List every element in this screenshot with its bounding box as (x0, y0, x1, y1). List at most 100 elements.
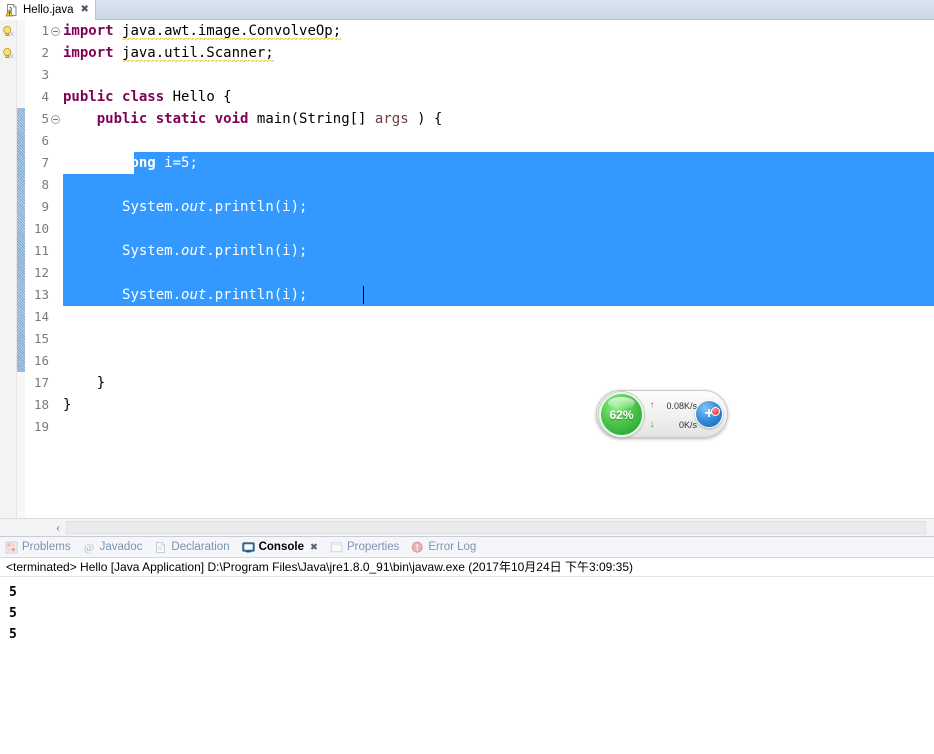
declaration-icon (154, 541, 167, 554)
editor-horizontal-scrollbar[interactable]: ‹ (0, 518, 934, 536)
panel-tab-label: Error Log (428, 541, 477, 553)
field-out-10: out (181, 243, 207, 259)
upload-rate-value: 0.08K/s (666, 400, 697, 411)
panel-tab-problems[interactable]: Problems (0, 537, 78, 558)
code-line-17: } (63, 394, 71, 416)
parameter-args-5: args (374, 111, 409, 127)
console-output-line: 5 (9, 585, 17, 600)
console-output[interactable]: 5 5 5 (0, 578, 934, 754)
line-number: 3 (41, 67, 49, 82)
line-number: 6 (41, 133, 49, 148)
line-number: 11 (33, 243, 49, 258)
line-number: 5 (41, 111, 49, 126)
line-number: 2 (41, 45, 49, 60)
code-line-5: public static void main(String[] args ) … (63, 108, 443, 130)
line-number: 4 (41, 89, 49, 104)
scrollbar-thumb[interactable] (66, 521, 926, 534)
editor-tab-bar-background (0, 0, 934, 19)
text-caret (363, 286, 364, 304)
keyword-long-6: long (122, 155, 156, 171)
panel-tab-label: Javadoc (99, 541, 143, 553)
keyword-void-5: void (214, 111, 249, 127)
panel-tab-label: Console (258, 541, 304, 553)
code-surface[interactable]: import java.awt.image.ConvolveOp; import… (63, 20, 934, 518)
system-12: System. (122, 287, 182, 303)
line-number: 15 (33, 331, 49, 346)
method-signature-5: main(String[] (256, 111, 367, 127)
network-rates: ↑ 0.08K/s ↓ 0K/s (647, 396, 699, 434)
println-call-12: .println(i); (206, 287, 308, 303)
code-line-2: import java.util.Scanner; (63, 42, 274, 64)
selection-highlight-line6 (134, 152, 934, 174)
fold-collapse-icon[interactable] (51, 27, 60, 36)
keyword-import-1: import (63, 23, 114, 39)
line-number: 14 (33, 309, 49, 324)
download-rate-value: 0K/s (678, 419, 697, 430)
upload-arrow-icon: ↑ (649, 399, 655, 411)
changed-lines-indicator (17, 108, 25, 372)
line-number: 7 (41, 155, 49, 170)
panel-tab-console[interactable]: Console ✖ (237, 537, 325, 558)
statement-6: i=5; (164, 155, 198, 171)
panel-tab-javadoc[interactable]: @ Javadoc (78, 537, 150, 558)
change-bar-strip (17, 20, 25, 518)
annotation-ruler[interactable] (0, 20, 17, 518)
keyword-public-4: public (63, 89, 114, 105)
line-number: 13 (33, 287, 49, 302)
line-number: 17 (33, 375, 49, 390)
panel-tab-label: Declaration (171, 541, 230, 553)
close-icon[interactable]: ✖ (81, 5, 89, 15)
keyword-public-5: public (96, 111, 148, 127)
editor-tab-label: Hello.java (23, 4, 74, 16)
eclipse-ide-window: Hello.java ✖ 1 2 3 4 5 6 7 8 9 10 11 12 13 14 15 16 17 18… (0, 0, 934, 754)
import-package-1: java.awt.image.ConvolveOp; (122, 23, 342, 40)
panel-tab-label: Properties (346, 541, 400, 553)
notification-badge-icon (711, 407, 720, 416)
panel-tab-bar: Problems @ Javadoc Declaration Console ✖ Prope… (0, 537, 934, 558)
scroll-left-icon[interactable]: ‹ (50, 520, 66, 536)
line-number: 9 (41, 199, 49, 214)
keyword-import-2: import (63, 45, 114, 61)
console-output-line: 5 (9, 627, 17, 642)
svg-text:@: @ (84, 542, 94, 554)
keyword-static-5: static (155, 111, 207, 127)
add-widget-button[interactable]: + (695, 400, 723, 428)
console-output-line: 5 (9, 606, 17, 621)
keyword-class-4: class (122, 89, 165, 105)
console-launch-status: <terminated> Hello [Java Application] D:… (0, 558, 934, 577)
panel-tab-declaration[interactable]: Declaration (149, 537, 236, 558)
line-number: 12 (33, 265, 49, 280)
network-speed-widget[interactable]: 62% ↑ 0.08K/s ↓ 0K/s + (596, 390, 728, 438)
code-line-1: import java.awt.image.ConvolveOp; (63, 20, 342, 42)
panel-tab-label: Problems (22, 541, 71, 553)
problems-icon (5, 541, 18, 554)
system-10: System. (122, 243, 182, 259)
println-call-10: .println(i); (206, 243, 308, 259)
code-editor[interactable]: 1 2 3 4 5 6 7 8 9 10 11 12 13 14 15 16 17 18 19 import jav… (0, 20, 934, 518)
import-package-2: java.util.Scanner; (122, 45, 274, 62)
class-name-4: Hello { (172, 89, 232, 105)
line-number: 10 (33, 221, 49, 236)
usage-percent-label: 62% (609, 407, 634, 422)
warning-quickfix-icon[interactable] (2, 47, 15, 60)
upload-rate-row: ↑ 0.08K/s (647, 396, 699, 415)
println-call-8: .println(i); (206, 199, 308, 215)
cpu-usage-gauge[interactable]: 62% (599, 392, 644, 437)
error-log-icon (411, 541, 424, 554)
editor-tab-hello-java[interactable]: Hello.java ✖ (0, 0, 96, 20)
warning-quickfix-icon[interactable] (2, 25, 15, 38)
close-icon[interactable]: ✖ (310, 542, 318, 553)
panel-tab-error-log[interactable]: Error Log (406, 537, 483, 558)
line-number: 16 (33, 353, 49, 368)
download-arrow-icon: ↓ (649, 418, 655, 430)
line-number: 18 (33, 397, 49, 412)
fold-collapse-icon[interactable] (51, 115, 60, 124)
panel-tab-properties[interactable]: Properties (325, 537, 406, 558)
code-line-4: public class Hello { (63, 86, 232, 108)
code-line-6: long i=5; (63, 152, 198, 174)
bottom-panel: Problems @ Javadoc Declaration Console ✖ Prope… (0, 536, 934, 754)
system-8: System. (122, 199, 182, 215)
folding-ruler[interactable] (49, 20, 63, 518)
line-number: 19 (33, 419, 49, 434)
javadoc-icon: @ (83, 541, 96, 554)
